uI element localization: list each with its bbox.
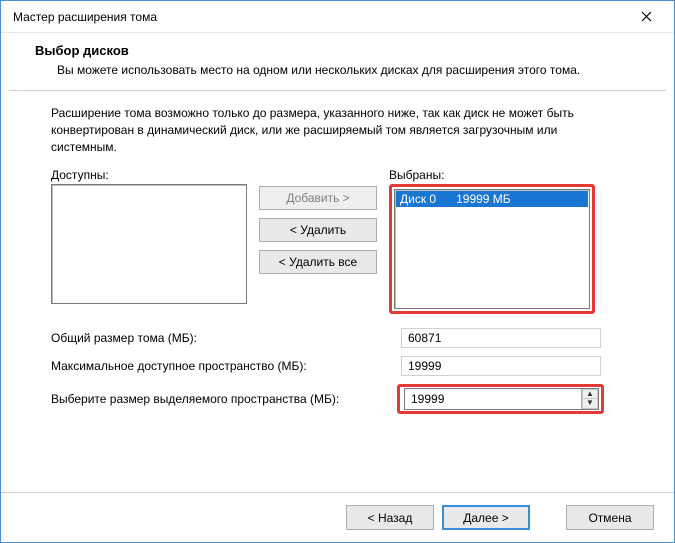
transfer-buttons: Добавить > < Удалить < Удалить все xyxy=(259,168,377,274)
total-size-value: 60871 xyxy=(401,328,601,348)
close-button[interactable] xyxy=(626,3,666,31)
choose-size-highlight: ▲ ▼ xyxy=(397,384,604,414)
add-button: Добавить > xyxy=(259,186,377,210)
page-title: Выбор дисков xyxy=(21,43,654,58)
max-space-label: Максимальное доступное пространство (МБ)… xyxy=(51,359,401,373)
wizard-window: Мастер расширения тома Выбор дисков Вы м… xyxy=(0,0,675,543)
selected-highlight: Диск 0 19999 МБ xyxy=(389,184,595,314)
cancel-button[interactable]: Отмена xyxy=(566,505,654,530)
available-label: Доступны: xyxy=(51,168,247,182)
selected-label: Выбраны: xyxy=(389,168,595,182)
titlebar: Мастер расширения тома xyxy=(1,1,674,33)
selected-column: Выбраны: Диск 0 19999 МБ xyxy=(389,168,595,314)
spinner-up-button[interactable]: ▲ xyxy=(582,389,598,399)
size-input[interactable] xyxy=(405,389,581,409)
total-size-label: Общий размер тома (МБ): xyxy=(51,331,401,345)
total-size-row: Общий размер тома (МБ): 60871 xyxy=(51,328,638,348)
footer-spacer xyxy=(538,505,558,530)
choose-size-label: Выберите размер выделяемого пространства… xyxy=(51,392,397,406)
selected-listbox[interactable]: Диск 0 19999 МБ xyxy=(394,189,590,309)
back-button[interactable]: < Назад xyxy=(346,505,434,530)
wizard-header: Выбор дисков Вы можете использовать мест… xyxy=(1,33,674,90)
close-icon xyxy=(641,11,652,22)
remove-button[interactable]: < Удалить xyxy=(259,218,377,242)
content-area: Расширение тома возможно только до разме… xyxy=(1,91,674,431)
remove-all-button[interactable]: < Удалить все xyxy=(259,250,377,274)
next-button[interactable]: Далее > xyxy=(442,505,530,530)
max-space-row: Максимальное доступное пространство (МБ)… xyxy=(51,356,638,376)
wizard-footer: < Назад Далее > Отмена xyxy=(1,492,674,542)
choose-size-row: Выберите размер выделяемого пространства… xyxy=(51,384,638,414)
available-column: Доступны: xyxy=(51,168,247,304)
page-description: Вы можете использовать место на одном ил… xyxy=(21,62,654,78)
size-fields: Общий размер тома (МБ): 60871 Максимальн… xyxy=(51,328,638,414)
available-listbox[interactable] xyxy=(51,184,247,304)
disk-columns: Доступны: Добавить > < Удалить < Удалить… xyxy=(51,168,638,314)
intro-text: Расширение тома возможно только до разме… xyxy=(51,105,611,155)
size-spinner: ▲ ▼ xyxy=(404,388,599,410)
list-item[interactable]: Диск 0 19999 МБ xyxy=(396,191,588,207)
spinner-down-button[interactable]: ▼ xyxy=(582,398,598,409)
spinner-buttons: ▲ ▼ xyxy=(581,389,598,409)
max-space-value: 19999 xyxy=(401,356,601,376)
window-title: Мастер расширения тома xyxy=(13,10,157,24)
